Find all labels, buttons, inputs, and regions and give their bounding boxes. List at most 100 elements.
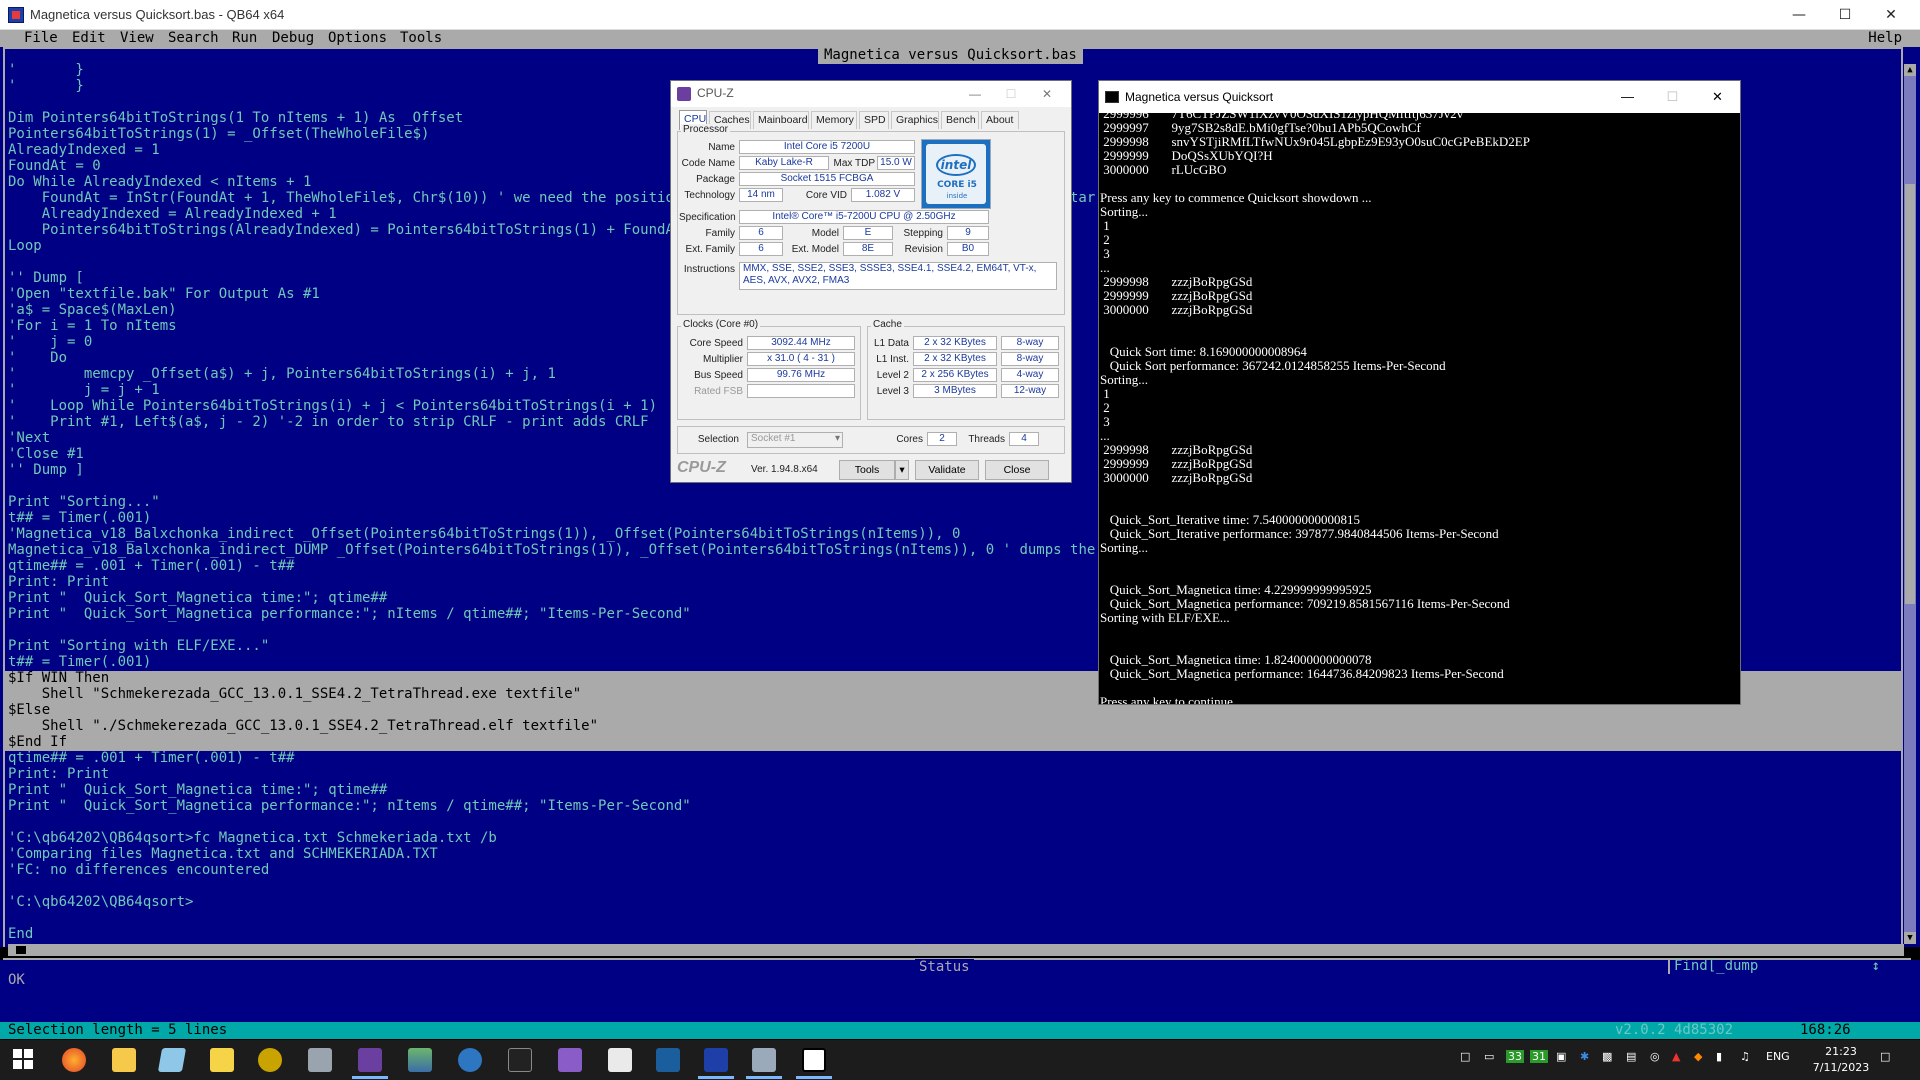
network-icon[interactable]: ▤ — [1626, 1050, 1636, 1063]
battery-icon[interactable]: ▮ — [1716, 1050, 1722, 1063]
code-line[interactable]: Loop — [8, 238, 42, 254]
firefox-icon[interactable] — [62, 1048, 86, 1072]
menu-file[interactable]: File — [24, 30, 58, 47]
tray-badge-2[interactable]: 31 — [1530, 1050, 1548, 1063]
volume-icon[interactable]: ♫ — [1740, 1050, 1750, 1063]
menu-search[interactable]: Search — [168, 30, 219, 47]
menu-debug[interactable]: Debug — [272, 30, 314, 47]
tab-bench[interactable]: Bench — [941, 111, 979, 129]
tab-about[interactable]: About — [981, 111, 1019, 129]
scroll-down-arrow-icon[interactable]: ▼ — [1904, 932, 1916, 944]
code-line[interactable]: 'For i = 1 To nItems — [8, 318, 177, 334]
vertical-scroll-thumb[interactable] — [1905, 184, 1915, 604]
code-line[interactable]: qtime## = .001 + Timer(.001) - t## — [8, 750, 295, 766]
code-line[interactable]: ' Do — [8, 350, 67, 366]
horizontal-scrollbar[interactable] — [8, 944, 1904, 956]
code-line[interactable]: Print "Sorting with ELF/EXE..." — [8, 638, 269, 654]
code-line[interactable]: ' j = j + 1 — [8, 382, 160, 398]
scroll-up-arrow-icon[interactable]: ▲ — [1904, 64, 1916, 76]
code-line[interactable]: '' Dump [ — [8, 270, 84, 286]
taskbar-clock[interactable]: 21:23 7/11/2023 — [1812, 1044, 1870, 1076]
code-line[interactable]: Magnetica_v18_Balxchonka_indirect_DUMP _… — [8, 542, 1154, 558]
menu-view[interactable]: View — [120, 30, 154, 47]
code-line[interactable]: 'FC: no differences encountered — [8, 862, 269, 878]
code-line[interactable]: Do While AlreadyIndexed < nItems + 1 — [8, 174, 311, 190]
tray-chevron-icon[interactable]: □ — [1460, 1050, 1470, 1063]
cpuz-close-icon[interactable]: ✕ — [1029, 81, 1065, 107]
code-line[interactable]: Print " Quick_Sort_Magnetica time:"; qti… — [8, 590, 387, 606]
cpuz-maximize-button[interactable]: ☐ — [993, 81, 1029, 107]
console-taskbar-icon[interactable] — [802, 1048, 826, 1072]
bluetooth-icon[interactable]: ✱ — [1580, 1050, 1589, 1063]
tray-display-icon[interactable]: ▣ — [1556, 1050, 1566, 1063]
code-line[interactable]: ' j = 0 — [8, 334, 92, 350]
code-line[interactable]: AlreadyIndexed = AlreadyIndexed + 1 — [8, 206, 337, 222]
qb64-taskbar-icon[interactable] — [704, 1048, 728, 1072]
code-line[interactable]: qtime## = .001 + Timer(.001) - t## — [8, 558, 295, 574]
cpuz-close-button[interactable]: Close — [985, 460, 1049, 480]
code-line[interactable]: 'Open "textfile.bak" For Output As #1 — [8, 286, 320, 302]
antivirus-icon[interactable]: ▲ — [1672, 1050, 1680, 1063]
menu-tools[interactable]: Tools — [400, 30, 442, 47]
tools-dropdown-arrow-icon[interactable]: ▾ — [895, 460, 909, 480]
tab-spd[interactable]: SPD — [859, 111, 889, 129]
flame-icon[interactable]: ◆ — [1694, 1050, 1702, 1063]
validate-button[interactable]: Validate — [915, 460, 979, 480]
code-line[interactable]: Print " Quick_Sort_Magnetica performance… — [8, 606, 691, 622]
code-line[interactable]: Print: Print — [8, 574, 109, 590]
code-line[interactable]: ' Print #1, Left$(a$, j - 2) '-2 in orde… — [8, 414, 649, 430]
code-line[interactable]: Pointers64bitToStrings(1) = _Offset(TheW… — [8, 126, 429, 142]
notepad-icon[interactable] — [157, 1048, 187, 1072]
code-line[interactable]: 'C:\qb64202\QB64qsort>fc Magnetica.txt S… — [8, 830, 497, 846]
minimize-button[interactable]: — — [1776, 0, 1822, 30]
windows-start-icon[interactable] — [12, 1048, 36, 1072]
code-line[interactable]: t## = Timer(.001) — [8, 654, 151, 670]
find-field[interactable]: Find[_dump ↕ — [1668, 958, 1888, 974]
usb-icon[interactable]: ▩ — [1602, 1050, 1612, 1063]
language-indicator[interactable]: ENG — [1766, 1050, 1790, 1063]
code-line[interactable]: 'C:\qb64202\QB64qsort> — [8, 894, 193, 910]
code-line[interactable]: FoundAt = InStr(FoundAt + 1, TheWholeFil… — [8, 190, 708, 206]
code-line[interactable]: 'Comparing files Magnetica.txt and SCHME… — [8, 846, 438, 862]
cpuz-minimize-button[interactable]: — — [957, 81, 993, 107]
globe-icon[interactable]: ◎ — [1650, 1050, 1660, 1063]
maximize-button[interactable]: ☐ — [1822, 0, 1868, 30]
menu-edit[interactable]: Edit — [72, 30, 106, 47]
code-line[interactable]: ' } — [8, 78, 84, 94]
console-close-button[interactable]: ✕ — [1695, 83, 1740, 111]
network-tool-icon[interactable] — [752, 1048, 776, 1072]
code-line[interactable]: ' } — [8, 62, 84, 78]
code-line[interactable]: Print " Quick_Sort_Magnetica time:"; qti… — [8, 782, 387, 798]
code-line[interactable]: Dim Pointers64bitToStrings(1 To nItems +… — [8, 110, 463, 126]
find-arrows-icon[interactable]: ↕ — [1872, 958, 1880, 974]
tab-memory[interactable]: Memory — [811, 111, 857, 129]
app-tool-icon[interactable] — [558, 1048, 582, 1072]
notification-icon[interactable]: □ — [1880, 1050, 1890, 1063]
calculator-icon[interactable] — [308, 1048, 332, 1072]
tray-keyboard-icon[interactable]: ▭ — [1484, 1050, 1494, 1063]
browser-icon[interactable] — [458, 1048, 482, 1072]
code-line[interactable]: 'a$ = Space$(MaxLen) — [8, 302, 177, 318]
file-explorer-icon[interactable] — [112, 1048, 136, 1072]
code-line[interactable]: Shell "./Schmekerezada_GCC_13.0.1_SSE4.2… — [8, 718, 598, 734]
code-line[interactable]: Print "Sorting..." — [8, 494, 160, 510]
code-line[interactable]: AlreadyIndexed = 1 — [8, 142, 160, 158]
tab-mainboard[interactable]: Mainboard — [753, 111, 809, 129]
code-line[interactable]: Print " Quick_Sort_Magnetica performance… — [8, 798, 691, 814]
font-viewer-icon[interactable] — [608, 1048, 632, 1072]
close-button[interactable]: ✕ — [1868, 0, 1914, 30]
console-minimize-button[interactable]: — — [1605, 83, 1650, 111]
code-line[interactable]: $If WIN Then — [8, 670, 109, 686]
code-line[interactable]: $Else — [8, 702, 50, 718]
code-line[interactable]: End — [8, 926, 33, 942]
menu-run[interactable]: Run — [232, 30, 257, 47]
code-line[interactable]: '' Dump ] — [8, 462, 84, 478]
code-line[interactable]: Print: Print — [8, 766, 109, 782]
bitcoin-app-icon[interactable] — [258, 1048, 282, 1072]
horizontal-scroll-thumb[interactable] — [16, 946, 26, 954]
code-line[interactable]: t## = Timer(.001) — [8, 510, 151, 526]
menu-help[interactable]: Help — [1868, 30, 1902, 47]
sticky-notes-icon[interactable] — [210, 1048, 234, 1072]
code-line[interactable]: 'Magnetica_v18_Balxchonka_indirect _Offs… — [8, 526, 960, 542]
code-line[interactable]: FoundAt = 0 — [8, 158, 101, 174]
